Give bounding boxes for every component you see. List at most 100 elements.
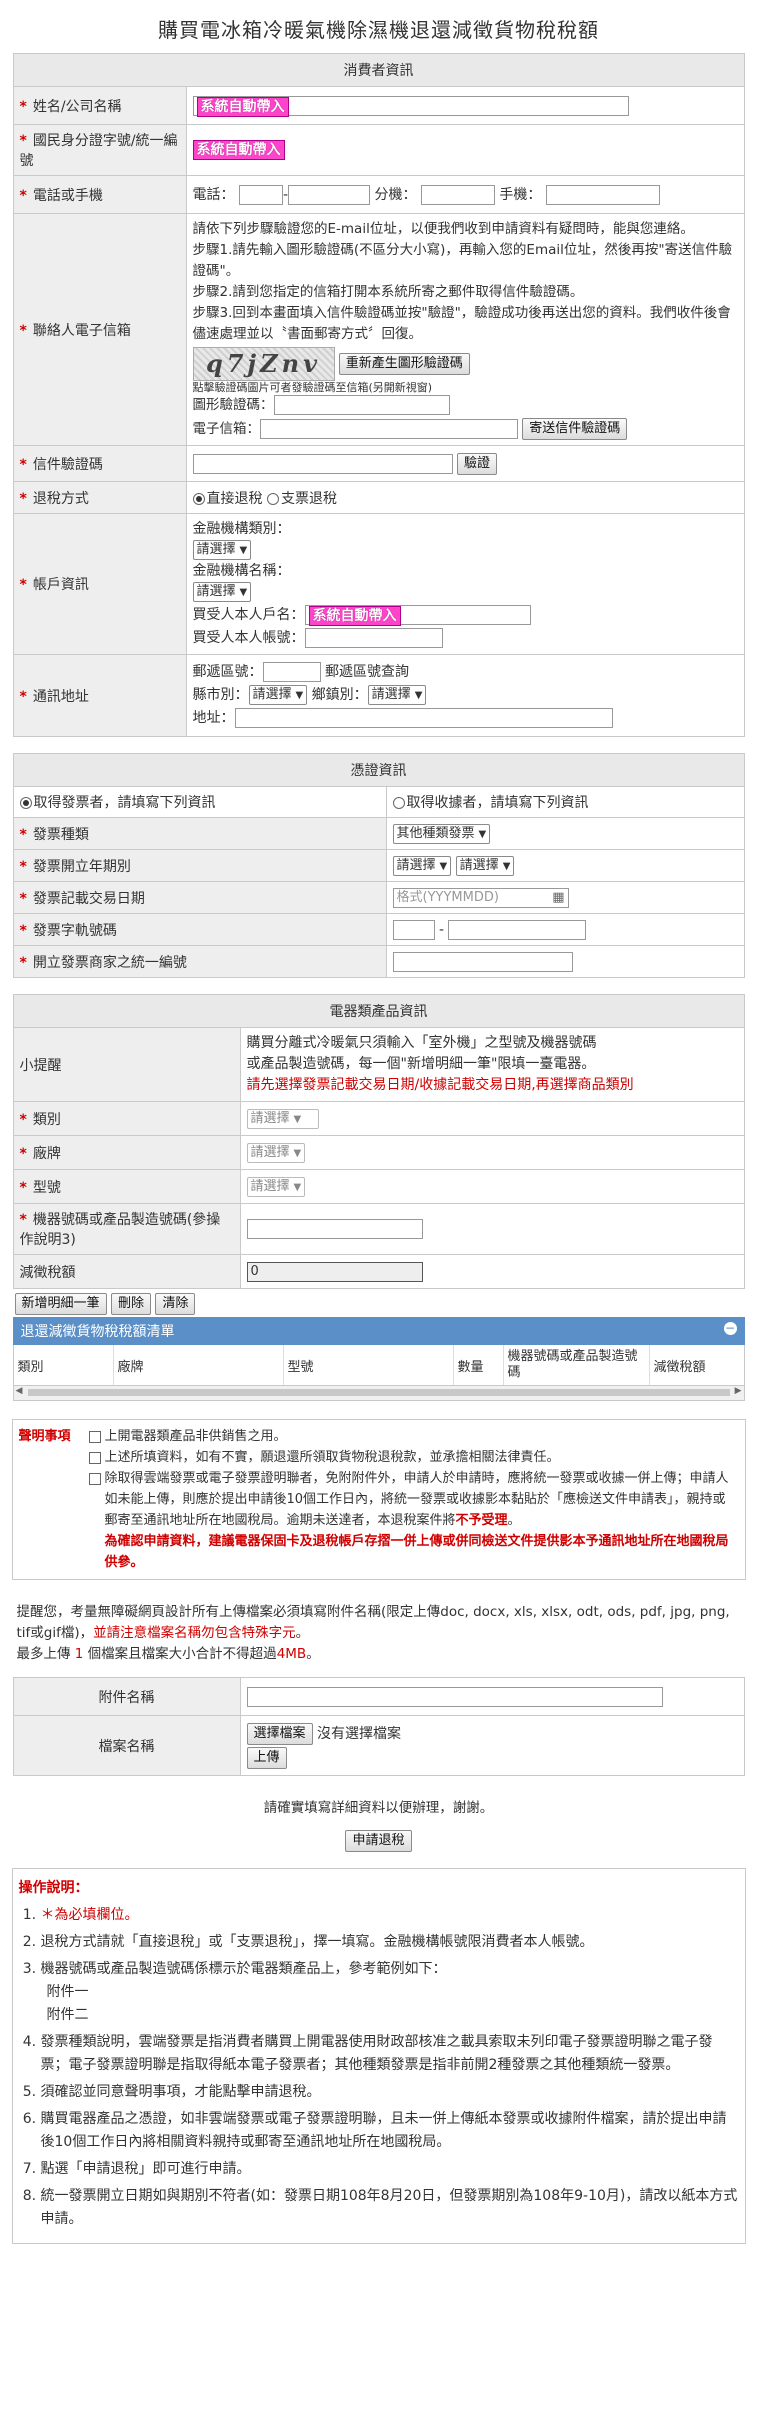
- col-category: 類別: [14, 1345, 114, 1385]
- zip-input[interactable]: [262, 662, 321, 682]
- city-select[interactable]: 請選擇 ▼: [248, 685, 308, 705]
- id-auto-fill: 系統自動帶入: [192, 140, 285, 160]
- collapse-icon[interactable]: −: [723, 1322, 737, 1335]
- list-scrollbar[interactable]: ◀ ▶: [12, 1386, 745, 1401]
- email-help-1: 請依下列步驟驗證您的E-mail位址，以便我們收到申請資料有疑問時，能與您連絡。: [192, 221, 694, 237]
- brand-select[interactable]: 請選擇 ▼: [246, 1142, 306, 1163]
- captcha-image[interactable]: q7jZnv: [192, 347, 335, 381]
- add-detail-button[interactable]: 新增明細一筆: [14, 1293, 107, 1315]
- period-month-select[interactable]: 請選擇 ▼: [455, 855, 515, 876]
- consumer-section-title: 消費者資訊: [12, 53, 745, 87]
- apply-refund-button[interactable]: 申請退稅: [345, 1830, 412, 1852]
- scroll-left-icon[interactable]: ◀: [16, 1386, 23, 1396]
- address-label: * 通訊地址: [12, 654, 187, 737]
- captcha-input-label: 圖形驗證碼：: [192, 397, 274, 413]
- seller-id-label: * 開立發票商家之統一編號: [12, 945, 387, 978]
- receipt-radio[interactable]: [392, 797, 405, 809]
- category-select[interactable]: 請選擇 ▼: [246, 1108, 320, 1129]
- consumer-table: 消費者資訊 * 姓名/公司名稱 系統自動帶入 * 國民身分證字號/統一編號 系統自動…: [12, 53, 745, 737]
- scroll-right-icon[interactable]: ▶: [735, 1386, 742, 1396]
- col-qty: 數量: [454, 1345, 504, 1385]
- tel-area-input[interactable]: [238, 185, 283, 205]
- declaration-item-1: 上開電器類產品非供銷售之用。: [104, 1429, 287, 1444]
- choose-file-button[interactable]: 選擇檔案: [246, 1722, 313, 1745]
- invoice-type-label: * 發票種類: [12, 817, 387, 850]
- col-model: 型號: [284, 1345, 454, 1385]
- delete-button[interactable]: 刪除: [110, 1293, 151, 1315]
- declaration-check-3[interactable]: [88, 1473, 101, 1485]
- tip-text-2: 或產品製造號碼，每一個"新增明細一筆"限填一臺電器。: [246, 1056, 596, 1072]
- category-label: * 類別: [12, 1101, 241, 1136]
- mobile-input[interactable]: [545, 185, 660, 205]
- tx-date-input[interactable]: 格式(YYYMMDD) ▦: [392, 887, 569, 908]
- declaration-item-2: 上述所填資料，如有不實，願退還所領取貨物稅退稅款，並承擔相關法律責任。: [104, 1450, 560, 1465]
- attach-input[interactable]: [246, 1686, 663, 1707]
- tip-text-1: 購買分離式冷暖氣只須輸入「室外機」之型號及機器號碼: [246, 1035, 597, 1051]
- town-select[interactable]: 請選擇 ▼: [367, 685, 427, 705]
- upload-button[interactable]: 上傳: [246, 1746, 287, 1769]
- zip-query-link[interactable]: 郵遞區號查詢: [325, 664, 409, 680]
- attach-label: 附件名稱: [12, 1677, 241, 1716]
- account-no-input[interactable]: [304, 628, 443, 648]
- refund-list-columns: 類別 廠牌 型號 數量 機器號碼或產品製造號碼 減徵稅額: [12, 1345, 745, 1386]
- issuer-label: 取得發票者，請填寫下列資訊: [33, 795, 216, 811]
- holder-input[interactable]: 系統自動帶入: [304, 605, 531, 626]
- verify-button[interactable]: 驗證: [456, 452, 497, 475]
- captcha-input[interactable]: [273, 395, 450, 415]
- invoice-type-select[interactable]: 其他種類發票 ▼: [392, 823, 491, 844]
- invoice-track-input[interactable]: [392, 919, 435, 940]
- declaration-check-1[interactable]: [88, 1430, 101, 1443]
- issuer-radio[interactable]: [19, 797, 32, 809]
- declaration-check-2[interactable]: [88, 1451, 101, 1464]
- regen-captcha-button[interactable]: 重新產生圖形驗證碼: [338, 353, 470, 375]
- declaration-title: 聲明事項: [18, 1429, 71, 1444]
- email-label: * 聯絡人電子信箱: [12, 213, 187, 446]
- send-code-button[interactable]: 寄送信件驗證碼: [522, 418, 628, 440]
- product-section-title: 電器類產品資訊: [12, 994, 745, 1028]
- calendar-icon[interactable]: ▦: [552, 889, 564, 907]
- bank-name-label: 金融機構名稱：: [192, 563, 291, 579]
- col-brand: 廠牌: [114, 1345, 284, 1385]
- invoice-section-title: 憑證資訊: [12, 753, 745, 787]
- serial-label: * 機器號碼或產品製造號碼(參操作說明3): [12, 1203, 241, 1255]
- email-help-2: 步驟1.請先輸入圖形驗證碼(不區分大小寫)，再輸入您的Email位址，然後再按"…: [192, 242, 733, 279]
- refund-list-header: 退還減徵貨物稅稅額清單 −: [12, 1317, 745, 1345]
- addr-input[interactable]: [234, 708, 613, 728]
- ops-item-1: ＊為必填欄位。: [41, 1904, 739, 1927]
- serial-input[interactable]: [246, 1219, 423, 1239]
- annex-1-link[interactable]: 附件一: [47, 1981, 739, 2004]
- period-year-select[interactable]: 請選擇 ▼: [392, 855, 452, 876]
- ext-input[interactable]: [420, 185, 495, 205]
- model-label: * 型號: [12, 1169, 241, 1204]
- tip-warning: 請先選擇發票記載交易日期/收據記載交易日期,再選擇商品類別: [246, 1077, 634, 1093]
- tel-number-input[interactable]: [288, 185, 371, 205]
- declaration-item-3-bold: 為確認申請資料，建議電器保固卡及退稅帳戶存摺一併上傳或併同檢送文件提供影本予通訊…: [104, 1534, 729, 1570]
- clear-button[interactable]: 清除: [155, 1293, 196, 1315]
- email-input-label: 電子信箱：: [192, 421, 261, 437]
- bank-type-select[interactable]: 請選擇 ▼: [192, 540, 252, 560]
- product-table: 電器類產品資訊 小提醒 購買分離式冷暖氣只須輸入「室外機」之型號及機器號碼 或產…: [12, 994, 745, 1289]
- seller-id-input[interactable]: [392, 951, 573, 972]
- phone-label: * 電話或手機: [12, 175, 187, 214]
- bank-name-select[interactable]: 請選擇 ▼: [192, 582, 252, 602]
- ops-item-3: 機器號碼或產品製造號碼係標示於電器類產品上，參考範例如下： 附件一 附件二: [41, 1958, 739, 2027]
- verify-input[interactable]: [192, 453, 453, 474]
- invoice-number-input[interactable]: [448, 919, 587, 940]
- town-label: 鄉鎮別：: [311, 687, 368, 703]
- holder-label: 買受人本人戶名：: [192, 607, 305, 623]
- upload-note-2: 最多上傳 1 個檔案且檔案大小合計不得超過4MB。: [16, 1646, 320, 1662]
- refund-direct-label: 直接退稅: [206, 490, 263, 507]
- name-input[interactable]: 系統自動帶入: [192, 95, 629, 117]
- model-select[interactable]: 請選擇 ▼: [246, 1176, 306, 1197]
- file-label: 檔案名稱: [12, 1715, 241, 1776]
- refund-check-radio[interactable]: [266, 492, 279, 505]
- annex-2-link[interactable]: 附件二: [47, 2004, 739, 2027]
- name-auto-fill: 系統自動帶入: [196, 96, 289, 117]
- submit-hint: 請確實填寫詳細資料以便辦理，謝謝。: [263, 1800, 494, 1816]
- invoice-number-label: * 發票字軌號碼: [12, 913, 387, 946]
- refund-direct-radio[interactable]: [192, 492, 205, 505]
- tax-input: 0: [246, 1261, 423, 1282]
- email-input[interactable]: [260, 419, 518, 439]
- account-label: * 帳戶資訊: [12, 513, 187, 655]
- receipt-label: 取得收據者，請填寫下列資訊: [406, 795, 589, 811]
